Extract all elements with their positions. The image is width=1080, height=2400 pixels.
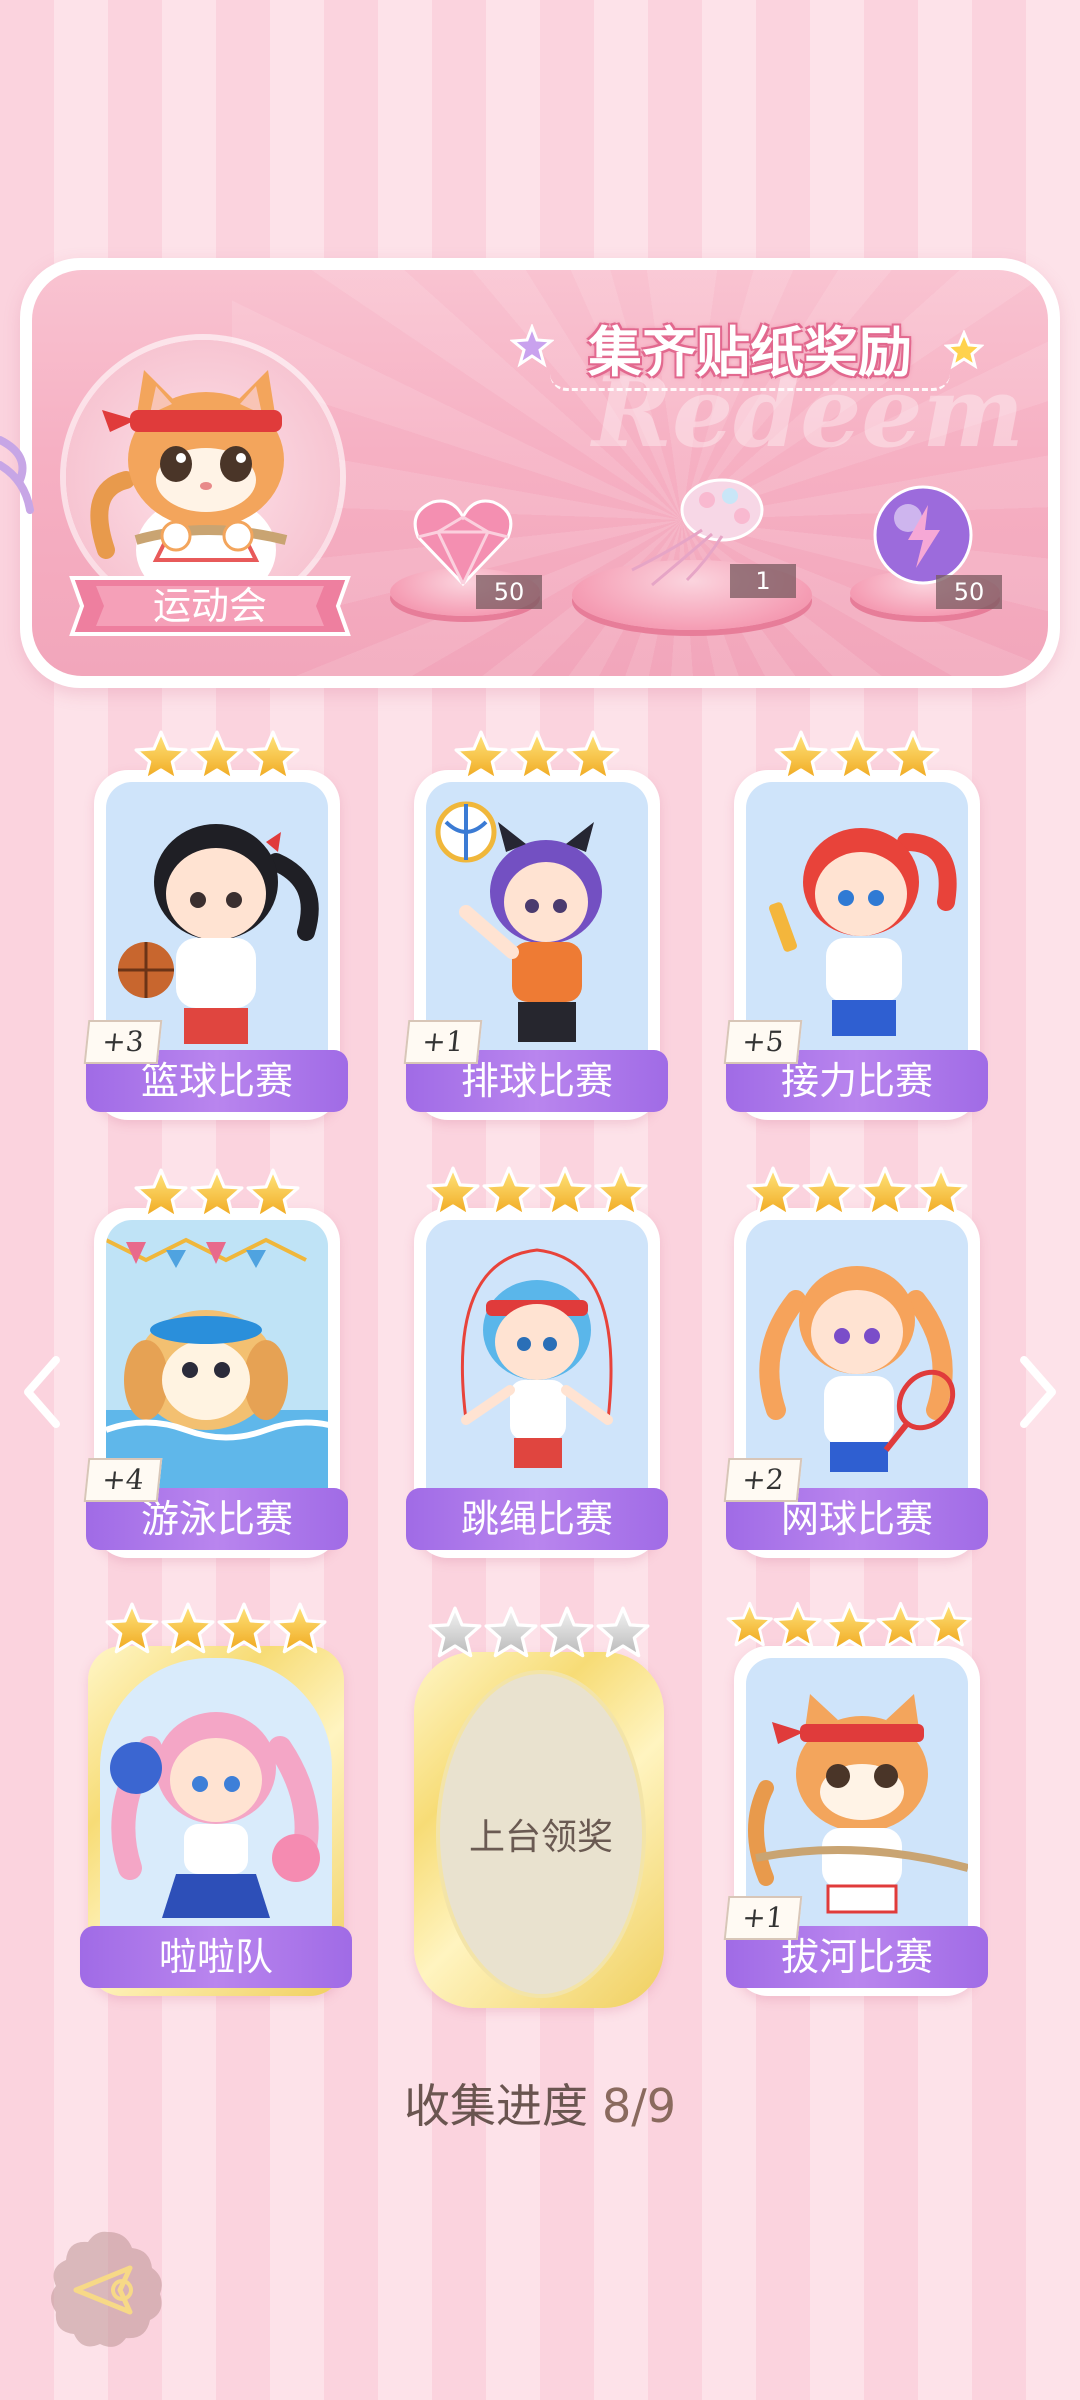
previous-page-arrow-icon[interactable] — [18, 1352, 68, 1432]
title-dashed-line — [550, 374, 950, 391]
empty-star-icon — [428, 1606, 482, 1660]
sticker-card-jump-rope[interactable]: 跳绳比赛 — [406, 1208, 668, 1558]
event-name-plate: 运动会 — [62, 570, 358, 642]
duplicate-count-badge: +4 — [83, 1458, 163, 1502]
empty-sticker-slot: 上台领奖 — [436, 1670, 646, 1998]
sticker-card-relay[interactable]: +5 接力比赛 — [723, 770, 988, 1120]
star-icon — [830, 730, 884, 784]
reward-count-2: 1 — [730, 564, 796, 598]
reward-count-3: 50 — [936, 575, 1002, 609]
duplicate-count-badge: +1 — [403, 1020, 483, 1064]
duplicate-count-badge: +2 — [723, 1458, 803, 1502]
sticker-image — [100, 1658, 332, 1958]
back-button[interactable] — [46, 2228, 170, 2352]
star-icon — [538, 1166, 592, 1220]
purple-star-icon — [510, 324, 554, 368]
progress-label: 收集进度 — [403, 2079, 588, 2133]
star-icon — [802, 1166, 856, 1220]
star-rating — [414, 1606, 664, 1670]
cheerleader-girl-icon — [110, 1712, 320, 1918]
star-icon — [594, 1166, 648, 1220]
purple-lightning-orb-icon[interactable] — [868, 480, 978, 590]
sticker-label: 啦啦队 — [80, 1926, 352, 1988]
event-name-label: 运动会 — [152, 584, 267, 628]
star-icon — [773, 1600, 822, 1652]
gold-star-icon — [944, 330, 984, 370]
star-icon — [190, 730, 244, 784]
star-icon — [426, 1166, 480, 1220]
star-icon — [482, 1166, 536, 1220]
sticker-label: 跳绳比赛 — [406, 1488, 668, 1550]
empty-star-icon — [596, 1606, 650, 1660]
star-icon — [273, 1602, 327, 1656]
star-icon — [510, 730, 564, 784]
next-page-arrow-icon[interactable] — [1012, 1352, 1062, 1432]
star-icon — [726, 1600, 773, 1650]
collection-progress: 收集进度 8/9 — [0, 2070, 1080, 2136]
banner-title-wrap: 集齐贴纸奖励 — [510, 290, 984, 391]
star-icon — [134, 730, 188, 784]
star-icon — [925, 1600, 972, 1650]
jump-rope-girl-icon — [460, 1248, 613, 1468]
star-icon — [886, 730, 940, 784]
star-icon — [190, 1168, 244, 1222]
sticker-card-swimming[interactable]: +4 游泳比赛 — [83, 1208, 348, 1558]
duplicate-count-badge: +1 — [723, 1896, 803, 1940]
star-icon — [246, 1168, 300, 1222]
star-icon — [246, 730, 300, 784]
star-icon — [746, 1166, 800, 1220]
star-icon — [823, 1600, 876, 1656]
progress-value: 8/9 — [601, 2079, 677, 2133]
sticker-card-award-ceremony-locked[interactable]: 上台领奖 — [414, 1652, 664, 2008]
side-ribbon-deco — [0, 436, 34, 514]
star-icon — [566, 730, 620, 784]
star-icon — [217, 1602, 271, 1656]
reward-count-1: 50 — [476, 575, 542, 609]
sticker-label: 上台领奖 — [468, 1817, 613, 1858]
star-icon — [134, 1168, 188, 1222]
star-icon — [454, 730, 508, 784]
sticker-image — [426, 1220, 648, 1520]
star-icon — [876, 1600, 925, 1652]
duplicate-count-badge: +5 — [723, 1020, 803, 1064]
star-icon — [914, 1166, 968, 1220]
star-icon — [858, 1166, 912, 1220]
duplicate-count-badge: +3 — [83, 1020, 163, 1064]
sticker-card-tennis[interactable]: +2 网球比赛 — [723, 1208, 988, 1558]
sticker-card-cheerleader[interactable]: 啦啦队 — [80, 1646, 352, 1996]
sticker-card-tug-of-war[interactable]: +1 拔河比赛 — [723, 1646, 988, 1996]
star-rating — [726, 1600, 972, 1664]
sticker-card-volleyball[interactable]: +1 排球比赛 — [403, 770, 668, 1120]
star-icon — [105, 1602, 159, 1656]
star-icon — [161, 1602, 215, 1656]
empty-star-icon — [484, 1606, 538, 1660]
sticker-card-basketball[interactable]: +3 篮球比赛 — [83, 770, 348, 1120]
star-icon — [774, 730, 828, 784]
star-rating — [88, 1602, 344, 1666]
empty-star-icon — [540, 1606, 594, 1660]
